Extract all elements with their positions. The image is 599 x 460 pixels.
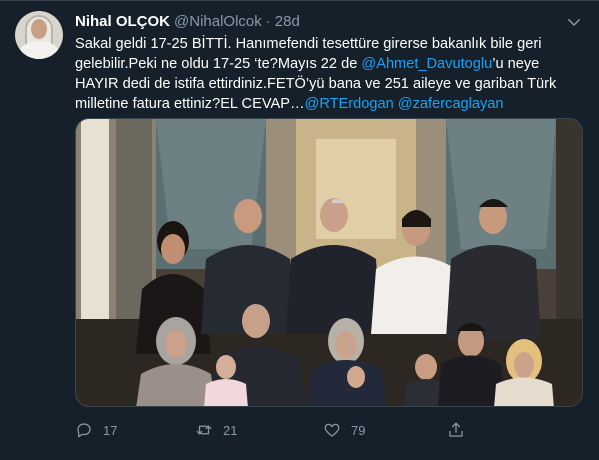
tweet-photo[interactable] [75, 118, 583, 407]
chevron-down-icon[interactable] [565, 13, 583, 31]
tweet[interactable]: Nihal OLÇOK @NihalOlcok · 28d Sakal geld… [0, 0, 599, 460]
separator-dot: · [265, 12, 271, 30]
like-button[interactable]: 79 [323, 421, 365, 439]
tweet-text: Sakal geldi 17-25 BİTTİ. Hanımefendi tes… [75, 34, 575, 114]
share-icon [449, 422, 463, 437]
avatar-face [31, 19, 47, 39]
author-name[interactable]: Nihal OLÇOK [75, 13, 170, 30]
share-button[interactable] [447, 421, 465, 439]
mention-link[interactable]: @zafercaglayan [398, 96, 504, 112]
retweet-button[interactable]: 21 [195, 421, 237, 439]
mention-link[interactable]: @RTErdogan [305, 96, 394, 112]
tweet-time[interactable]: 28d [275, 13, 300, 30]
retweet-count: 21 [223, 422, 238, 438]
avatar[interactable] [15, 11, 63, 59]
like-count: 79 [351, 422, 366, 438]
family-photo [76, 119, 582, 406]
tweet-header: Nihal OLÇOK @NihalOlcok · 28d [75, 11, 300, 31]
reply-icon [77, 423, 91, 438]
mention-link[interactable]: @Ahmet_Davutoglu [361, 56, 492, 72]
like-icon [324, 423, 340, 437]
tweet-actions: 17 21 79 [75, 421, 505, 445]
retweet-icon [196, 425, 212, 435]
author-handle[interactable]: @NihalOlcok [174, 13, 262, 30]
reply-count: 17 [103, 422, 118, 438]
avatar-body [19, 41, 59, 59]
reply-button[interactable]: 17 [75, 421, 117, 439]
